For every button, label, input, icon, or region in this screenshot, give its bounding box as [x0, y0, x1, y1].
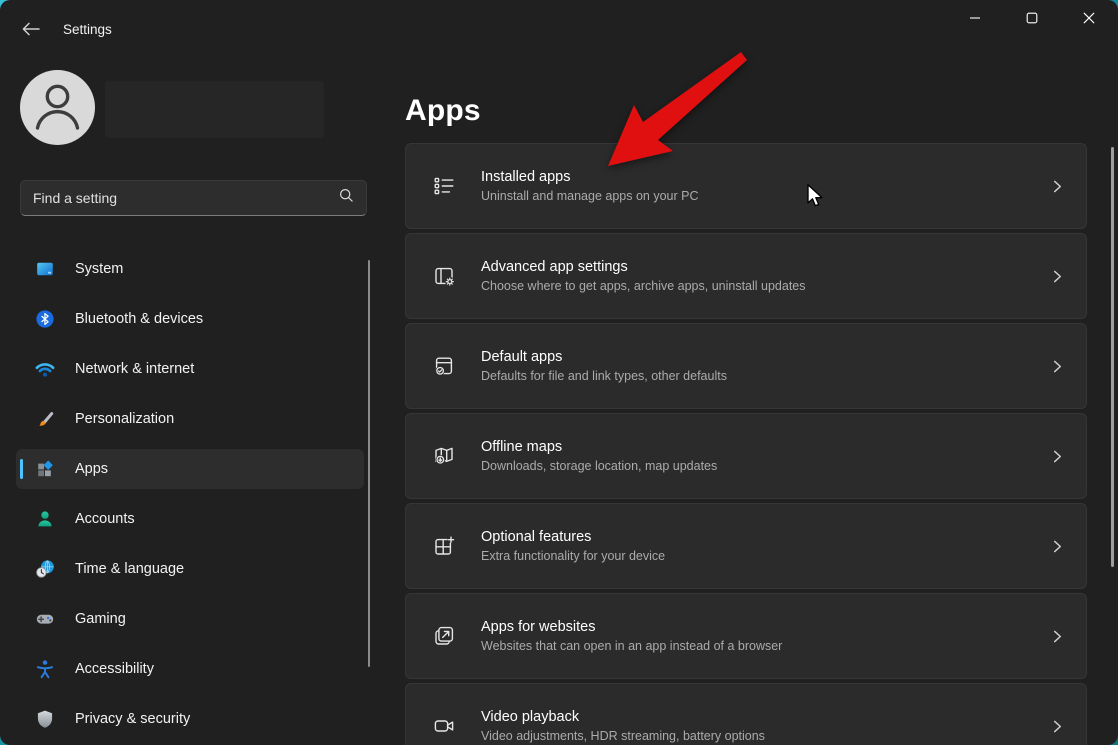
- sidebar-nav: System Bluetooth & devices Network & int…: [16, 249, 364, 745]
- sidebar-item-apps[interactable]: Apps: [16, 449, 364, 489]
- privacy-security-icon: [35, 709, 55, 729]
- network-icon: [35, 359, 55, 379]
- accessibility-icon: [35, 659, 55, 679]
- settings-card-video-playback[interactable]: Video playback Video adjustments, HDR st…: [405, 683, 1087, 745]
- minimize-icon: [969, 12, 981, 27]
- optional-features-icon: [432, 534, 456, 558]
- back-button[interactable]: [14, 16, 48, 44]
- sidebar-item-time-language[interactable]: Time & language: [16, 549, 364, 589]
- person-icon: [20, 70, 95, 145]
- window-title: Settings: [63, 22, 112, 37]
- close-icon: [1083, 12, 1095, 27]
- chevron-right-icon: [1051, 180, 1064, 193]
- maximize-button[interactable]: [1009, 2, 1055, 36]
- chevron-right-icon: [1051, 540, 1064, 553]
- minimize-button[interactable]: [952, 2, 998, 36]
- accounts-icon: [35, 509, 55, 529]
- sidebar-item-accessibility[interactable]: Accessibility: [16, 649, 364, 689]
- sidebar-item-network-internet[interactable]: Network & internet: [16, 349, 364, 389]
- sidebar-item-gaming[interactable]: Gaming: [16, 599, 364, 639]
- settings-card-optional-features[interactable]: Optional features Extra functionality fo…: [405, 503, 1087, 589]
- sidebar-item-personalization[interactable]: Personalization: [16, 399, 364, 439]
- apps-icon: [35, 459, 55, 479]
- arrow-left-icon: [22, 22, 40, 39]
- offline-maps-icon: [432, 444, 456, 468]
- chevron-right-icon: [1051, 720, 1064, 733]
- sidebar-item-accounts[interactable]: Accounts: [16, 499, 364, 539]
- video-playback-icon: [432, 714, 456, 738]
- sidebar-item-bluetooth-devices[interactable]: Bluetooth & devices: [16, 299, 364, 339]
- personalization-icon: [35, 409, 55, 429]
- time-language-icon: [35, 559, 55, 579]
- search-placeholder: Find a setting: [33, 190, 339, 206]
- window-controls: [952, 2, 1112, 36]
- bluetooth-icon: [35, 309, 55, 329]
- advanced-app-settings-icon: [432, 264, 456, 288]
- selection-indicator-pill: [20, 459, 23, 479]
- chevron-right-icon: [1051, 360, 1064, 373]
- sidebar-item-privacy-security[interactable]: Privacy & security: [16, 699, 364, 739]
- account-name-block: [105, 81, 324, 138]
- sidebar-scrollbar[interactable]: [368, 260, 370, 667]
- default-apps-icon: [432, 354, 456, 378]
- system-icon: [35, 259, 55, 279]
- settings-card-offline-maps[interactable]: Offline maps Downloads, storage location…: [405, 413, 1087, 499]
- installed-apps-icon: [432, 174, 456, 198]
- main-scrollbar[interactable]: [1111, 147, 1114, 567]
- chevron-right-icon: [1051, 270, 1064, 283]
- chevron-right-icon: [1051, 450, 1064, 463]
- maximize-icon: [1026, 12, 1038, 27]
- apps-for-websites-icon: [432, 624, 456, 648]
- settings-card-default-apps[interactable]: Default apps Defaults for file and link …: [405, 323, 1087, 409]
- avatar: [20, 70, 95, 145]
- settings-card-apps-for-websites[interactable]: Apps for websites Websites that can open…: [405, 593, 1087, 679]
- settings-card-installed-apps[interactable]: Installed apps Uninstall and manage apps…: [405, 143, 1087, 229]
- chevron-right-icon: [1051, 630, 1064, 643]
- gaming-icon: [35, 609, 55, 629]
- search-icon: [339, 188, 354, 208]
- search-input[interactable]: Find a setting: [20, 180, 367, 216]
- settings-card-list: Installed apps Uninstall and manage apps…: [405, 143, 1087, 745]
- sidebar-item-system[interactable]: System: [16, 249, 364, 289]
- page-title: Apps: [405, 94, 481, 128]
- settings-window: Settings Find a setting System Bluetooth…: [0, 0, 1118, 745]
- close-button[interactable]: [1066, 2, 1112, 36]
- settings-card-advanced-app-settings[interactable]: Advanced app settings Choose where to ge…: [405, 233, 1087, 319]
